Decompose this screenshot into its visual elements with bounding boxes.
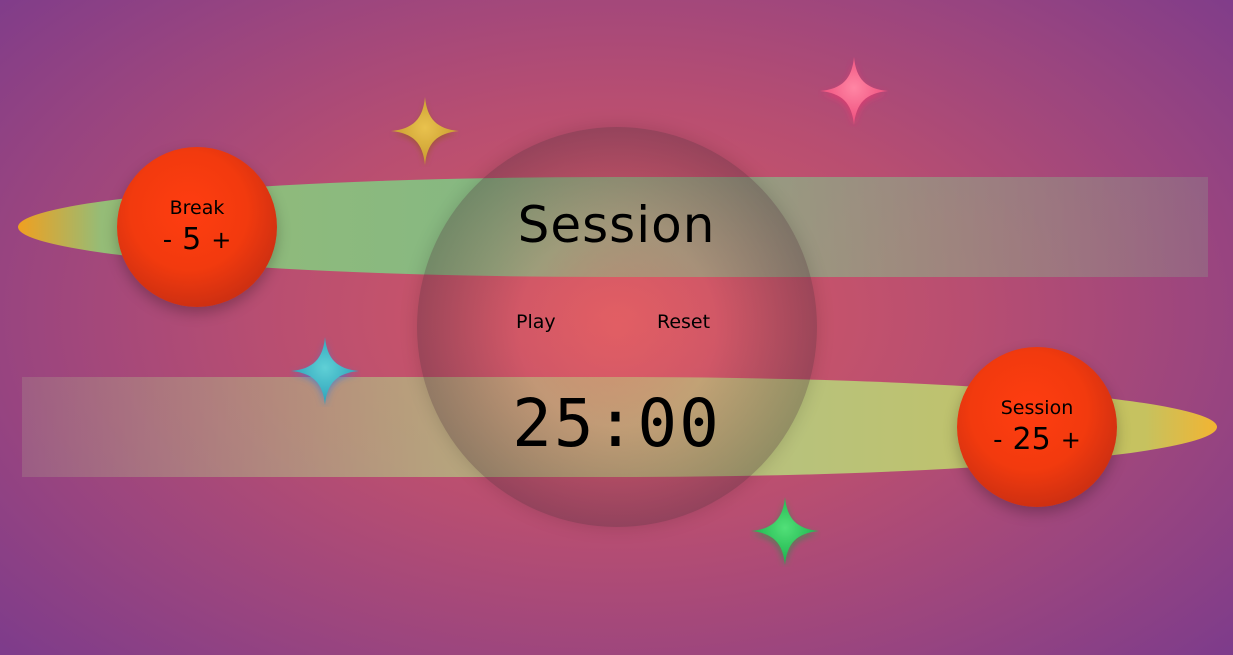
session-decrement-button[interactable]: - — [993, 427, 1002, 453]
sparkle-icon — [820, 57, 888, 125]
session-label: Session — [1000, 397, 1074, 419]
sparkle-icon — [391, 97, 459, 165]
break-label: Break — [169, 197, 225, 219]
session-control: Session - 25 + — [957, 347, 1117, 507]
break-length-value: 5 — [182, 222, 202, 257]
break-decrement-button[interactable]: - — [163, 227, 172, 253]
break-length-row: - 5 + — [117, 222, 277, 257]
sparkle-icon — [291, 337, 359, 405]
sparkle-icon — [751, 497, 819, 565]
break-increment-button[interactable]: + — [211, 228, 231, 252]
session-length-value: 25 — [1012, 422, 1051, 457]
break-control: Break - 5 + — [117, 147, 277, 307]
session-length-row: - 25 + — [957, 422, 1117, 457]
play-button[interactable]: Play — [516, 311, 556, 333]
timer-globe — [417, 127, 817, 527]
session-increment-button[interactable]: + — [1061, 428, 1081, 452]
reset-button[interactable]: Reset — [657, 311, 710, 333]
